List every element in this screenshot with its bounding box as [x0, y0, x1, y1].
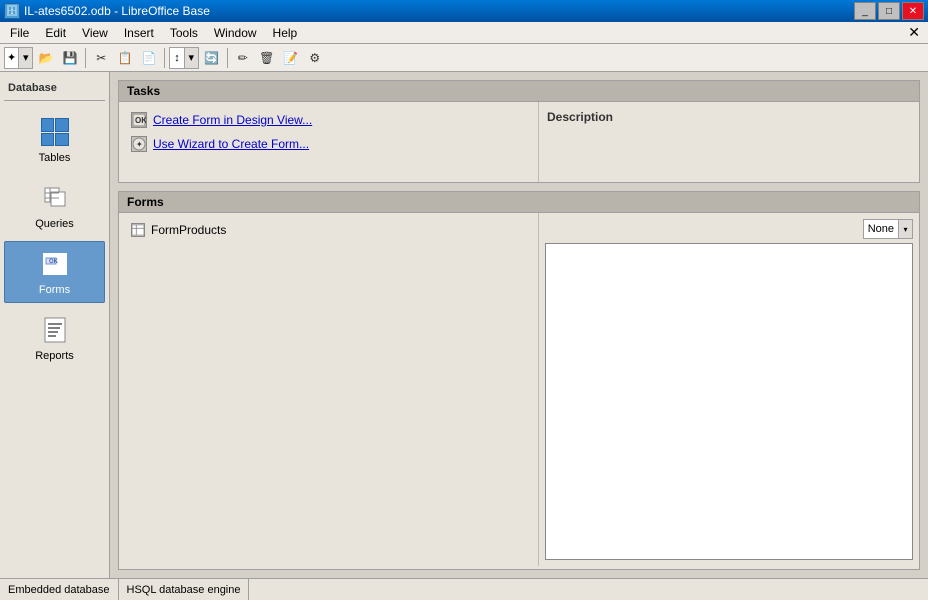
toolbar-separator-3 [227, 48, 228, 68]
title-bar: 🗄 IL-ates6502.odb - LibreOffice Base _ □… [0, 0, 928, 22]
save-button[interactable]: 💾 [59, 47, 81, 69]
tables-label: Tables [39, 152, 71, 164]
paste-button[interactable]: 📄 [138, 47, 160, 69]
status-bar: Embedded database HSQL database engine [0, 578, 928, 600]
toolbar: ✦ ▾ 📂 💾 ✂ 📋 📄 ↕ ▾ 🔄 ✏ 🗑 📝 ⚙ [0, 44, 928, 72]
sidebar-item-reports[interactable]: Reports [4, 307, 105, 369]
tables-icon [39, 116, 71, 148]
form-item-formproducts[interactable]: FormProducts [127, 221, 530, 239]
main-container: Database Tables Queries [0, 72, 928, 578]
task-icon-svg-2: ✦ [132, 137, 146, 151]
status-engine: HSQL database engine [119, 579, 250, 600]
tables-icon-grid [41, 118, 69, 146]
svg-text:✦: ✦ [136, 140, 143, 149]
app-icon: 🗄 [4, 3, 20, 19]
window-controls: _ □ ✕ [854, 2, 924, 20]
content-area: Tasks OK Create Form in Design View... [110, 72, 928, 578]
window-title: IL-ates6502.odb - LibreOffice Base [24, 4, 210, 18]
refresh-button[interactable]: 🔄 [201, 47, 223, 69]
zoom-arrow[interactable]: ▾ [184, 48, 198, 68]
property-button[interactable]: ⚙ [304, 47, 326, 69]
status-extra [249, 579, 928, 600]
menu-close-button[interactable]: ✕ [902, 22, 926, 43]
forms-icon-svg: OK [40, 250, 70, 278]
new-button-arrow[interactable]: ▾ [18, 48, 32, 68]
preview-box [545, 243, 913, 560]
toolbar-separator-1 [85, 48, 86, 68]
reports-label: Reports [35, 350, 74, 362]
task-create-form[interactable]: OK Create Form in Design View... [127, 110, 530, 130]
task-wizard-form-label: Use Wizard to Create Form... [153, 137, 309, 151]
forms-panel: Forms FormProducts [118, 191, 920, 570]
menu-view[interactable]: View [74, 24, 116, 42]
description-label: Description [547, 110, 613, 124]
forms-list: FormProducts [119, 213, 539, 566]
tasks-content: OK Create Form in Design View... ✦ Us [119, 102, 919, 182]
close-button[interactable]: ✕ [902, 2, 924, 20]
sidebar-header: Database [4, 80, 105, 101]
tasks-list: OK Create Form in Design View... ✦ Us [119, 102, 539, 182]
queries-icon [39, 182, 71, 214]
sidebar-item-queries[interactable]: Queries [4, 175, 105, 237]
status-database-type: Embedded database [0, 579, 119, 600]
tasks-panel: Tasks OK Create Form in Design View... [118, 80, 920, 183]
task-wizard-form-icon: ✦ [131, 136, 147, 152]
task-create-form-icon: OK [131, 112, 147, 128]
task-create-form-label: Create Form in Design View... [153, 113, 312, 127]
forms-label: Forms [39, 284, 70, 296]
sidebar: Database Tables Queries [0, 72, 110, 578]
title-bar-left: 🗄 IL-ates6502.odb - LibreOffice Base [4, 3, 210, 19]
task-icon-svg-1: OK [132, 113, 146, 127]
description-area: Description [539, 102, 919, 182]
form-item-icon-svg [132, 224, 144, 236]
queries-icon-svg [41, 184, 69, 212]
preview-dropdown[interactable]: None ▾ [863, 219, 913, 239]
new-button-label[interactable]: ✦ [5, 51, 18, 64]
menu-bar: File Edit View Insert Tools Window Help … [0, 22, 928, 44]
menu-insert[interactable]: Insert [116, 24, 162, 42]
menu-edit[interactable]: Edit [37, 24, 74, 42]
menu-help[interactable]: Help [265, 24, 306, 42]
delete-button[interactable]: 🗑 [256, 47, 278, 69]
queries-label: Queries [35, 218, 74, 230]
forms-icon: OK [39, 248, 71, 280]
sidebar-item-tables[interactable]: Tables [4, 109, 105, 171]
rename-button[interactable]: 📝 [280, 47, 302, 69]
menu-file[interactable]: File [2, 24, 37, 42]
open-button[interactable]: 📂 [35, 47, 57, 69]
toolbar-separator-2 [164, 48, 165, 68]
cut-button[interactable]: ✂ [90, 47, 112, 69]
form-item-label: FormProducts [151, 223, 226, 237]
forms-header: Forms [119, 192, 919, 213]
menu-window[interactable]: Window [206, 24, 265, 42]
zoom-dropdown[interactable]: ↕ ▾ [169, 47, 199, 69]
forms-panel-content: FormProducts None ▾ [119, 213, 919, 566]
new-button-dropdown[interactable]: ✦ ▾ [4, 47, 33, 69]
edit-button[interactable]: ✏ [232, 47, 254, 69]
sidebar-item-forms[interactable]: OK Forms [4, 241, 105, 303]
task-wizard-form[interactable]: ✦ Use Wizard to Create Form... [127, 134, 530, 154]
reports-icon-svg [41, 316, 69, 344]
svg-text:OK: OK [49, 259, 59, 265]
preview-controls: None ▾ [545, 219, 913, 239]
menu-tools[interactable]: Tools [162, 24, 206, 42]
minimize-button[interactable]: _ [854, 2, 876, 20]
svg-text:OK: OK [135, 116, 146, 125]
form-item-icon [131, 223, 145, 237]
copy-button[interactable]: 📋 [114, 47, 136, 69]
reports-icon [39, 314, 71, 346]
preview-area: None ▾ [539, 213, 919, 566]
maximize-button[interactable]: □ [878, 2, 900, 20]
zoom-label[interactable]: ↕ [170, 52, 184, 64]
preview-dropdown-value: None [864, 223, 898, 235]
preview-dropdown-arrow[interactable]: ▾ [898, 220, 912, 238]
tasks-header: Tasks [119, 81, 919, 102]
